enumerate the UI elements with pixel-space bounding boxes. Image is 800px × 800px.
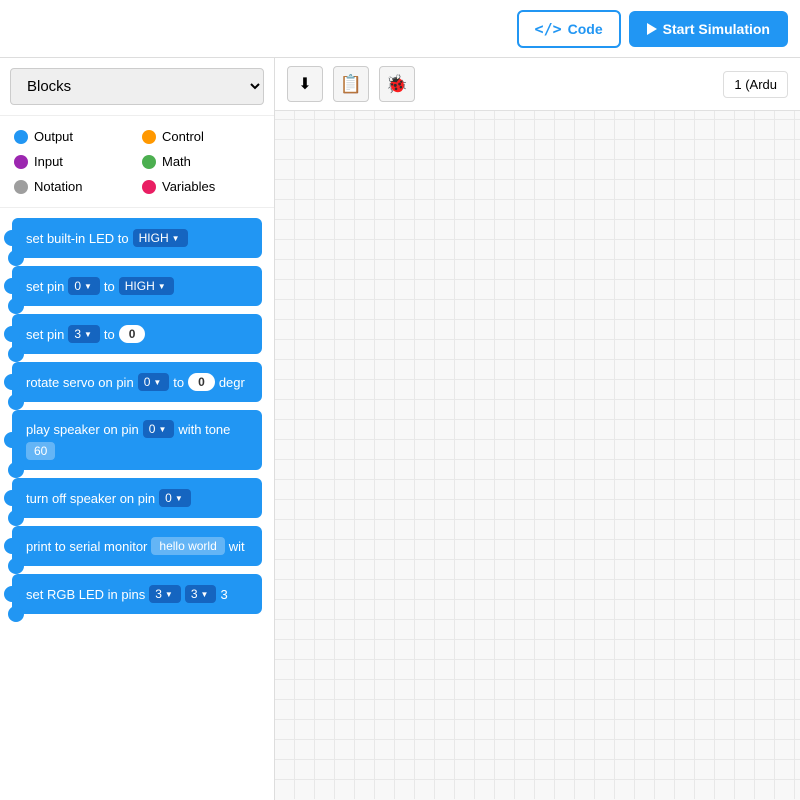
code-label: Code	[568, 21, 603, 37]
block-text: with tone	[178, 422, 230, 437]
output-dot	[14, 130, 28, 144]
math-label: Math	[162, 154, 191, 169]
block-set-pin-value[interactable]: set pin 3 to 0	[12, 314, 262, 354]
block-dropdown[interactable]: HIGH	[119, 277, 174, 295]
variables-dot	[142, 180, 156, 194]
block-text: to	[173, 375, 184, 390]
selector-bar: Blocks Code	[0, 58, 274, 116]
block-text: turn off speaker on pin	[26, 491, 155, 506]
play-icon	[647, 23, 657, 35]
start-simulation-button[interactable]: Start Simulation	[629, 11, 788, 47]
block-text: to	[104, 279, 115, 294]
notation-label: Notation	[34, 179, 82, 194]
block-set-rgb-led[interactable]: set RGB LED in pins333	[12, 574, 262, 614]
category-input[interactable]: Input	[14, 151, 132, 172]
simulate-label: Start Simulation	[663, 21, 770, 37]
input-dot	[14, 155, 28, 169]
block-value[interactable]: 0	[188, 373, 215, 391]
block-dropdown[interactable]: HIGH	[133, 229, 188, 247]
block-text: set RGB LED in pins	[26, 587, 145, 602]
block-play-speaker[interactable]: play speaker on pin 0with tone 60	[12, 410, 262, 470]
block-set-pin-high[interactable]: set pin 0 to HIGH	[12, 266, 262, 306]
canvas-toolbar: ⬇ 📋 🐞 1 (Ardu	[275, 58, 800, 111]
block-value[interactable]: 0	[119, 325, 146, 343]
control-dot	[142, 130, 156, 144]
blocks-list: set built-in LED toHIGHset pin0toHIGHset…	[0, 208, 274, 800]
categories-grid: Output Control Input Math Notation Variables	[0, 116, 274, 208]
notation-dot	[14, 180, 28, 194]
block-dropdown[interactable]: 3	[68, 325, 100, 343]
upload-icon: 📋	[340, 74, 362, 95]
block-turn-off-speaker[interactable]: turn off speaker on pin 0	[12, 478, 262, 518]
block-dropdown[interactable]: 0	[138, 373, 170, 391]
category-variables[interactable]: Variables	[142, 176, 260, 197]
block-text: set built-in LED to	[26, 231, 129, 246]
block-dropdown[interactable]: 3	[185, 585, 217, 603]
top-toolbar: </> Code Start Simulation	[0, 0, 800, 58]
block-print-serial[interactable]: print to serial monitor hello world wit	[12, 526, 262, 566]
block-text: set pin	[26, 279, 64, 294]
output-label: Output	[34, 129, 73, 144]
block-text-value[interactable]: hello world	[151, 537, 224, 555]
category-output[interactable]: Output	[14, 126, 132, 147]
canvas-area: ⬇ 📋 🐞 1 (Ardu	[275, 58, 800, 800]
block-dropdown[interactable]: 0	[159, 489, 191, 507]
block-dropdown[interactable]: 0	[143, 420, 175, 438]
block-text: degr	[219, 375, 245, 390]
blocks-selector[interactable]: Blocks Code	[10, 68, 264, 105]
canvas-workspace[interactable]	[275, 111, 800, 799]
bug-icon: 🐞	[386, 74, 408, 95]
category-control[interactable]: Control	[142, 126, 260, 147]
category-math[interactable]: Math	[142, 151, 260, 172]
main-area: Blocks Code Output Control Input Math Notati…	[0, 58, 800, 800]
arduino-label-text: 1 (Ardu	[734, 77, 777, 92]
block-text: print to serial monitor	[26, 539, 147, 554]
block-text-value[interactable]: 60	[26, 442, 55, 460]
block-dropdown[interactable]: 0	[68, 277, 100, 295]
input-label: Input	[34, 154, 63, 169]
math-dot	[142, 155, 156, 169]
left-panel: Blocks Code Output Control Input Math Notati…	[0, 58, 275, 800]
arduino-label: 1 (Ardu	[723, 71, 788, 98]
block-text: 3	[220, 587, 227, 602]
block-text: to	[104, 327, 115, 342]
debug-button[interactable]: 🐞	[379, 66, 415, 102]
upload-button[interactable]: 📋	[333, 66, 369, 102]
category-notation[interactable]: Notation	[14, 176, 132, 197]
code-button[interactable]: </> Code	[517, 10, 621, 48]
block-rotate-servo[interactable]: rotate servo on pin0to0degr	[12, 362, 262, 402]
block-dropdown[interactable]: 3	[149, 585, 181, 603]
download-icon: ⬇	[298, 74, 311, 94]
block-text: play speaker on pin	[26, 422, 139, 437]
control-label: Control	[162, 129, 204, 144]
block-text: set pin	[26, 327, 64, 342]
code-icon: </>	[535, 20, 562, 38]
block-set-builtin-led[interactable]: set built-in LED to HIGH	[12, 218, 262, 258]
variables-label: Variables	[162, 179, 215, 194]
block-text: wit	[229, 539, 245, 554]
download-button[interactable]: ⬇	[287, 66, 323, 102]
block-text: rotate servo on pin	[26, 375, 134, 390]
